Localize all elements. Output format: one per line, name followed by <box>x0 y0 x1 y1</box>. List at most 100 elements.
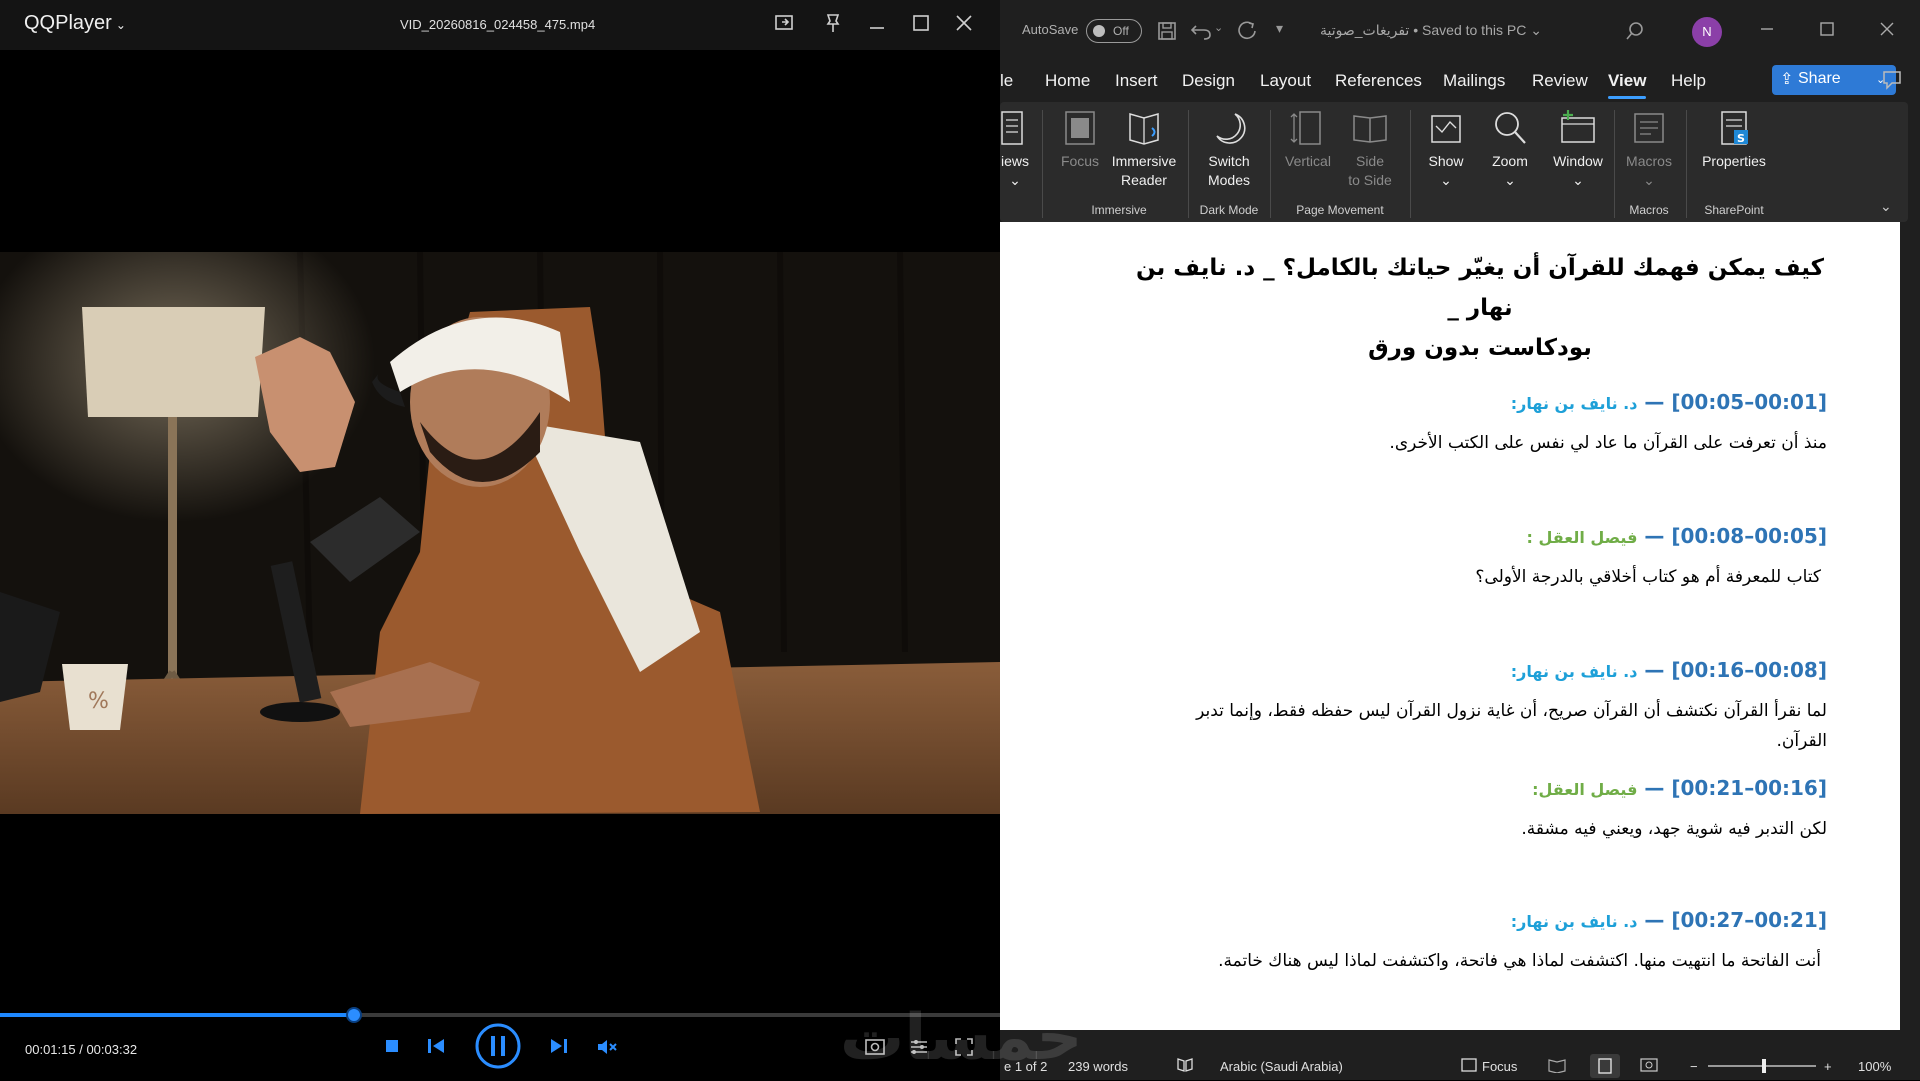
tab-references[interactable]: References <box>1335 71 1422 91</box>
tab-layout[interactable]: Layout <box>1260 71 1311 91</box>
segment-text: أنت الفاتحة ما انتهيت منها. اكتشفت لماذا… <box>1218 951 1821 971</box>
tab-design[interactable]: Design <box>1182 71 1235 91</box>
minimize-button[interactable] <box>1758 20 1776 43</box>
player-titlebar: QQPlayer ⌄ VID_20260816_024458_475.mp4 <box>0 0 1000 50</box>
search-icon <box>1626 22 1643 40</box>
mute-button[interactable] <box>596 1038 620 1061</box>
maximize-icon <box>913 15 929 31</box>
macros-label: Macros <box>1626 153 1672 169</box>
feedback-button[interactable] <box>1880 68 1904 97</box>
autosave-toggle[interactable]: Off <box>1086 19 1142 43</box>
customize-toolbar-icon[interactable]: ▾ <box>1276 20 1283 37</box>
window-button[interactable]: Window ⌄ <box>1544 108 1612 190</box>
zoom-level[interactable]: 100% <box>1858 1059 1891 1074</box>
pause-button[interactable] <box>474 1022 522 1075</box>
search-button[interactable] <box>1624 20 1646 47</box>
seek-bar-fill <box>0 1013 354 1017</box>
segment-speaker: فيصل العقل: <box>1532 780 1638 799</box>
stop-button[interactable] <box>384 1038 400 1059</box>
tab-home[interactable]: Home <box>1045 71 1090 91</box>
document-page[interactable]: كيف يمكن فهمك للقرآن أن يغيّر حياتك بالك… <box>1000 222 1900 1030</box>
save-button[interactable] <box>1156 20 1178 47</box>
pin-button[interactable] <box>822 12 848 38</box>
word-window: AutoSave Off ⌄ ▾ تفريغات_صوتية • Saved t… <box>1000 0 1920 1080</box>
ribbon-view: iews ⌄ Focus Immersive Reader Immersive S… <box>1000 102 1908 222</box>
side-to-side-button[interactable]: Side to Side <box>1340 108 1400 190</box>
views-button[interactable]: iews ⌄ <box>1000 108 1030 190</box>
side-to-side-label-1: Side <box>1355 153 1385 169</box>
video-scene: % <box>0 252 1000 814</box>
avatar[interactable]: N <box>1692 17 1722 47</box>
document-heading-line-2: بودكاست بدون ورق <box>1368 335 1592 361</box>
video-frame[interactable]: % <box>0 252 1000 814</box>
immersive-reader-button[interactable]: Immersive Reader <box>1106 108 1182 190</box>
segment-text: كتاب للمعرفة أم هو كتاب أخلاقي بالدرجة ا… <box>1475 567 1821 587</box>
ribbon-separator <box>1042 110 1043 218</box>
show-button[interactable]: Show ⌄ <box>1416 108 1476 190</box>
undo-icon <box>1190 25 1211 40</box>
toggle-knob <box>1093 25 1105 37</box>
app-name: QQPlayer <box>24 12 112 34</box>
chevron-down-icon: ⌄ <box>1440 172 1452 188</box>
chevron-down-icon[interactable]: ⌄ <box>1530 22 1542 38</box>
vertical-icon <box>1290 111 1321 145</box>
undo-dropdown-icon[interactable]: ⌄ <box>1214 21 1223 34</box>
vertical-button[interactable]: Vertical <box>1278 108 1338 171</box>
svg-text:S: S <box>1737 132 1745 145</box>
tab-review[interactable]: Review <box>1532 71 1588 91</box>
macros-button[interactable]: Macros ⌄ <box>1620 108 1678 190</box>
maximize-button[interactable] <box>910 12 936 38</box>
zoom-in-icon[interactable]: + <box>1824 1059 1832 1074</box>
maximize-button[interactable] <box>1818 20 1836 43</box>
ribbon-separator <box>1188 110 1189 218</box>
print-layout-icon[interactable] <box>1590 1054 1620 1078</box>
minimize-button[interactable] <box>866 12 892 38</box>
immersive-reader-label-1: Immersive <box>1111 153 1177 169</box>
macros-icon <box>1634 113 1664 143</box>
tab-mailings[interactable]: Mailings <box>1443 71 1505 91</box>
close-button[interactable] <box>953 12 979 38</box>
tab-file[interactable]: le <box>1000 71 1013 91</box>
zoom-button[interactable]: Zoom ⌄ <box>1480 108 1540 190</box>
focus-button[interactable]: Focus <box>1056 108 1104 171</box>
close-button[interactable] <box>1878 20 1896 43</box>
undo-button[interactable] <box>1190 20 1212 47</box>
zoom-slider-handle[interactable] <box>1762 1059 1766 1073</box>
segment-dash: — <box>1644 524 1665 548</box>
group-dark-mode: Dark Mode <box>1199 203 1259 217</box>
cup-label: % <box>88 689 109 714</box>
focus-mode-label[interactable]: Focus <box>1482 1059 1517 1074</box>
segment-header: [00:08–00:16] — د. نايف بن نهار: <box>1127 658 1827 682</box>
tab-help[interactable]: Help <box>1671 71 1706 91</box>
segment-speaker: فيصل العقل : <box>1526 528 1638 547</box>
zoom-out-icon[interactable]: − <box>1690 1059 1698 1074</box>
collapse-ribbon-icon[interactable]: ⌄ <box>1880 198 1892 215</box>
redo-button[interactable] <box>1236 20 1258 47</box>
read-mode-icon[interactable] <box>1548 1057 1566 1076</box>
seek-bar-handle[interactable] <box>346 1007 362 1023</box>
group-immersive: Immersive <box>1091 203 1147 217</box>
screen-share-button[interactable] <box>774 12 800 38</box>
app-menu-button[interactable]: QQPlayer ⌄ <box>24 12 126 35</box>
vertical-scrollbar[interactable] <box>1900 222 1920 1030</box>
share-button[interactable]: ⇪ Share ⌄ <box>1772 65 1896 95</box>
language[interactable]: Arabic (Saudi Arabia) <box>1220 1059 1343 1074</box>
segment-speaker: د. نايف بن نهار: <box>1510 662 1638 681</box>
web-layout-icon[interactable] <box>1640 1057 1658 1076</box>
segment-dash: — <box>1644 908 1665 932</box>
time-display: 00:01:15 / 00:03:32 <box>25 1042 138 1057</box>
screen-share-icon <box>775 15 793 30</box>
tab-insert[interactable]: Insert <box>1115 71 1158 91</box>
previous-button[interactable] <box>426 1037 446 1060</box>
show-icon <box>1431 115 1461 143</box>
focus-mode-icon[interactable] <box>1460 1057 1478 1076</box>
switch-modes-button[interactable]: Switch Modes <box>1196 108 1262 190</box>
chevron-down-icon: ⌄ <box>115 18 126 32</box>
proofing-icon[interactable] <box>1176 1057 1194 1076</box>
properties-button[interactable]: S Properties <box>1694 108 1774 171</box>
document-heading-line-1: كيف يمكن فهمك للقرآن أن يغيّر حياتك بالك… <box>1135 255 1825 321</box>
segment-text: لما نقرأ القرآن نكتشف أن القرآن صريح، أن… <box>1196 701 1827 751</box>
qqplayer-window: QQPlayer ⌄ VID_20260816_024458_475.mp4 %… <box>0 0 1000 1080</box>
next-button[interactable] <box>549 1037 569 1060</box>
tab-view[interactable]: View <box>1608 71 1647 99</box>
